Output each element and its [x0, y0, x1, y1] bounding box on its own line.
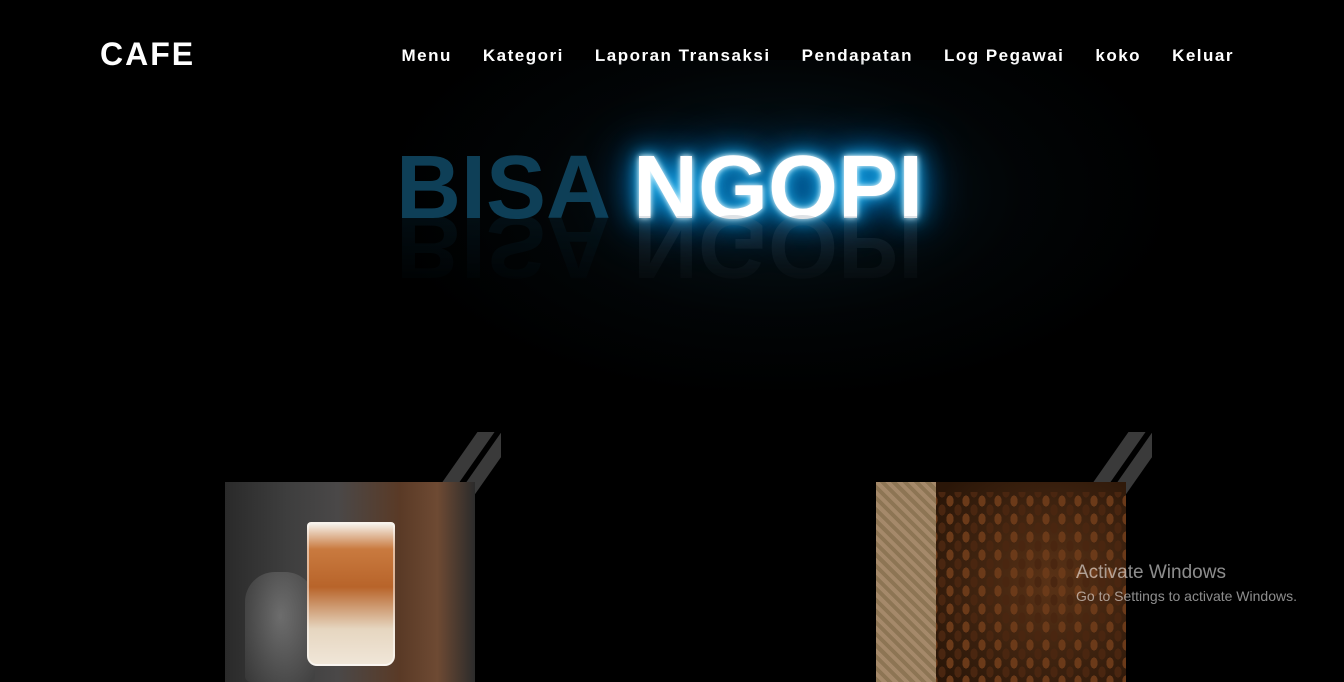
nav-log-pegawai[interactable]: Log Pegawai: [944, 46, 1064, 66]
menu-card-coffee-beans[interactable]: [876, 432, 1152, 682]
iced-coffee-image: [225, 482, 475, 682]
burlap-sack-shape: [876, 482, 936, 682]
nav-pendapatan[interactable]: Pendapatan: [802, 46, 913, 66]
menu-card-iced-coffee[interactable]: [225, 432, 501, 682]
nav-user[interactable]: koko: [1095, 46, 1141, 66]
brand-logo[interactable]: CAFE: [100, 36, 195, 73]
coffee-glass-shape: [307, 522, 395, 666]
glass-jar-shape: [245, 572, 315, 682]
beans-texture: [926, 492, 1126, 682]
main-nav: Menu Kategori Laporan Transaksi Pendapat…: [402, 46, 1234, 66]
hero-reflection: BISA NGOPI: [396, 196, 923, 296]
nav-kategori[interactable]: Kategori: [483, 46, 564, 66]
reflection-word-ngopi: NGOPI: [633, 196, 924, 296]
coffee-beans-image: [876, 482, 1126, 682]
reflection-word-bisa: BISA: [396, 196, 612, 296]
nav-laporan-transaksi[interactable]: Laporan Transaksi: [595, 46, 771, 66]
nav-keluar[interactable]: Keluar: [1172, 46, 1234, 66]
nav-menu[interactable]: Menu: [402, 46, 452, 66]
